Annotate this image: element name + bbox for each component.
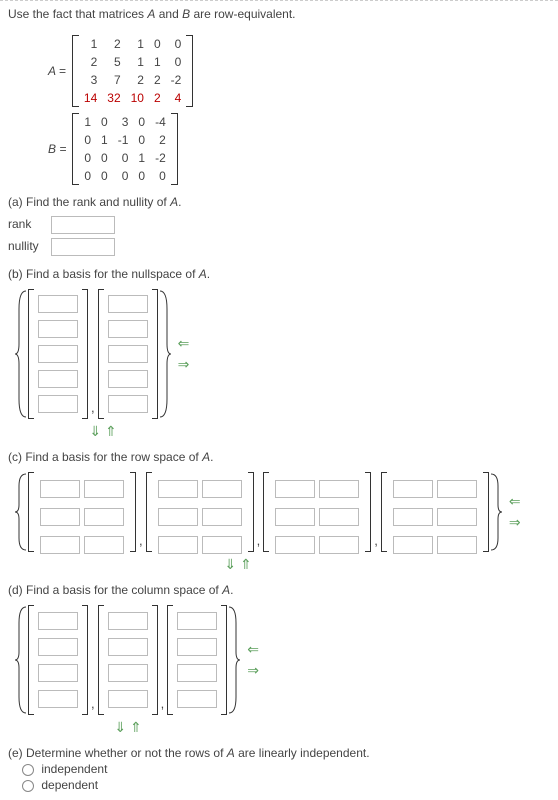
rs-v1-c6[interactable] [84,536,124,554]
cs-v1-c2[interactable] [38,638,78,656]
rs-v3-c6[interactable] [319,536,359,554]
part-a: (a) Find the rank and nullity of A. rank… [8,195,550,257]
nullity-label: nullity [8,235,48,257]
cs-v3-c2[interactable] [177,638,217,656]
rs-v3-c3[interactable] [275,508,315,526]
col-arrows-icon[interactable]: ⇐⇒ [241,605,259,715]
rs-v2-c2[interactable] [202,480,242,498]
radio-independent[interactable] [22,764,34,776]
ns-v2-c3[interactable] [108,345,148,363]
col-arrows-icon[interactable]: ⇐⇒ [503,472,521,552]
part-d: (d) Find a basis for the column space of… [8,583,550,736]
cs-v3-c4[interactable] [177,690,217,708]
rowspace-vector-1 [28,472,136,552]
ns-v1-c2[interactable] [38,320,78,338]
rowspace-vector-3 [263,472,371,552]
rank-label: rank [8,213,48,235]
cs-v1-c1[interactable] [38,612,78,630]
cs-v1-c3[interactable] [38,664,78,682]
rs-v2-c5[interactable] [158,536,198,554]
matrix-B: B = 1030-4 01-102 0001-2 00000 [48,113,550,185]
rs-v2-c6[interactable] [202,536,242,554]
colspace-vector-3 [167,605,227,715]
ns-v1-c4[interactable] [38,370,78,388]
rs-v2-c3[interactable] [158,508,198,526]
ns-v2-c4[interactable] [108,370,148,388]
rs-v3-c5[interactable] [275,536,315,554]
part-e: (e) Determine whether or not the rows of… [8,746,550,792]
rs-v2-c4[interactable] [202,508,242,526]
rs-v3-c1[interactable] [275,480,315,498]
ns-v1-c3[interactable] [38,345,78,363]
brace-right-icon [489,472,503,552]
colspace-vector-2 [98,605,158,715]
cs-v2-c2[interactable] [108,638,148,656]
dependent-label: dependent [41,778,98,792]
rs-v3-c4[interactable] [319,508,359,526]
rs-v4-c1[interactable] [393,480,433,498]
ns-v2-c1[interactable] [108,295,148,313]
independent-label: independent [41,762,107,776]
rs-v4-c3[interactable] [393,508,433,526]
brace-right-icon [158,289,172,419]
ns-v2-c5[interactable] [108,395,148,413]
rs-v1-c4[interactable] [84,508,124,526]
rs-v4-c5[interactable] [393,536,433,554]
nullspace-vector-1 [28,289,88,419]
part-b: (b) Find a basis for the nullspace of A.… [8,267,550,440]
rank-input[interactable] [51,216,115,234]
ns-v2-c2[interactable] [108,320,148,338]
ns-v1-c1[interactable] [38,295,78,313]
brace-right-icon [227,605,241,715]
colspace-vector-1 [28,605,88,715]
rs-v1-c2[interactable] [84,480,124,498]
brace-left-icon [14,472,28,552]
cs-v3-c1[interactable] [177,612,217,630]
matrix-A: A = 12100 25110 3722-2 14321024 [48,35,550,107]
intro-text: Use the fact that matrices A and B are r… [8,7,550,21]
cs-v2-c4[interactable] [108,690,148,708]
row-arrows-icon[interactable]: ⇓ ⇑ [8,423,198,440]
cs-v1-c4[interactable] [38,690,78,708]
rs-v2-c1[interactable] [158,480,198,498]
cs-v2-c3[interactable] [108,664,148,682]
ns-v1-c5[interactable] [38,395,78,413]
rs-v4-c4[interactable] [437,508,477,526]
row-arrows-icon[interactable]: ⇓ ⇑ [8,719,248,736]
part-c: (c) Find a basis for the row space of A.… [8,450,550,573]
brace-left-icon [14,605,28,715]
brace-left-icon [14,289,28,419]
nullspace-vector-2 [98,289,158,419]
rowspace-vector-2 [146,472,254,552]
rs-v4-c6[interactable] [437,536,477,554]
nullity-input[interactable] [51,238,115,256]
radio-dependent[interactable] [22,780,34,792]
cs-v3-c3[interactable] [177,664,217,682]
cs-v2-c1[interactable] [108,612,148,630]
rs-v1-c5[interactable] [40,536,80,554]
rs-v1-c3[interactable] [40,508,80,526]
col-arrows-icon[interactable]: ⇐⇒ [172,289,190,419]
rowspace-vector-4 [381,472,489,552]
rs-v1-c1[interactable] [40,480,80,498]
rs-v3-c2[interactable] [319,480,359,498]
rs-v4-c2[interactable] [437,480,477,498]
